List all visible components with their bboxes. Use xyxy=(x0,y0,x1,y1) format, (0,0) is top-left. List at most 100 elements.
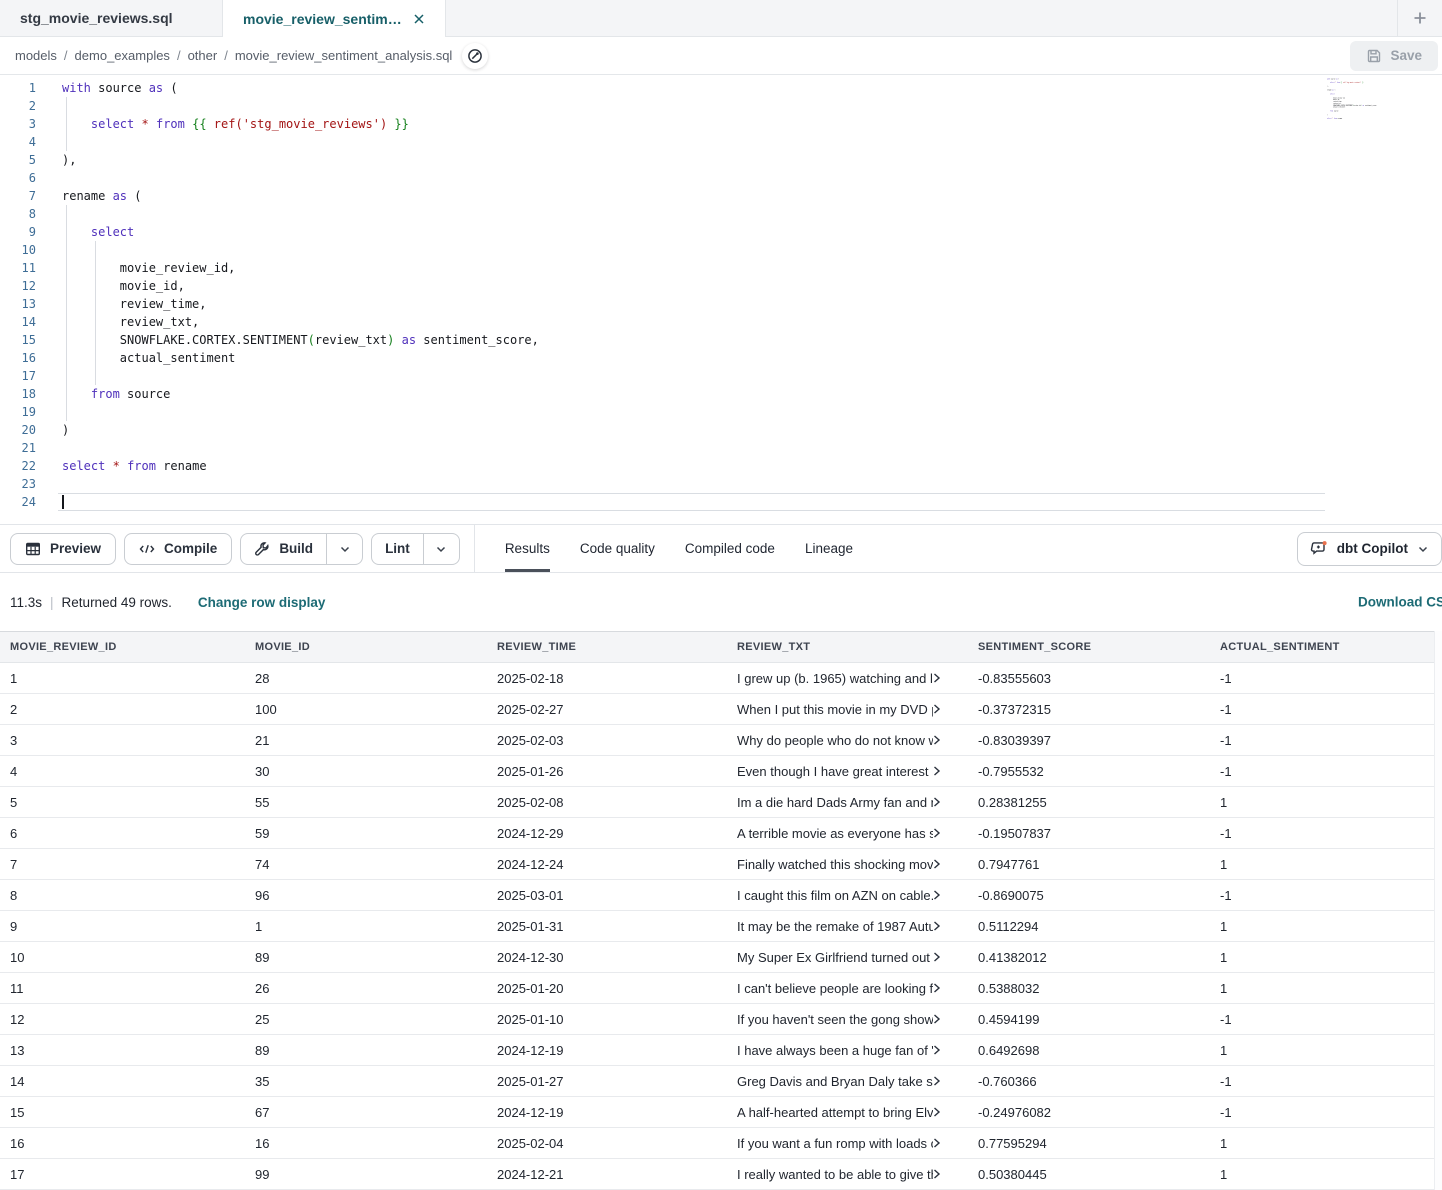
cell-movie_review_id: 8 xyxy=(0,888,245,903)
tab-lineage[interactable]: Lineage xyxy=(805,525,853,572)
line-number: 11 xyxy=(0,259,36,277)
code-line: review_txt, xyxy=(62,313,1442,331)
cell-actual_sentiment: 1 xyxy=(1210,981,1442,996)
cell-sentiment_score: -0.37372315 xyxy=(968,702,1210,717)
tab-strip-spacer xyxy=(446,0,1397,36)
code-line xyxy=(62,241,1442,259)
expand-cell-chevron-right-icon[interactable] xyxy=(931,797,942,808)
expand-cell-chevron-right-icon[interactable] xyxy=(931,1014,942,1025)
expand-cell-chevron-right-icon[interactable] xyxy=(931,1107,942,1118)
cell-movie_id: 89 xyxy=(245,950,487,965)
expand-cell-chevron-right-icon[interactable] xyxy=(931,921,942,932)
file-header-bar: models/demo_examples/other/movie_review_… xyxy=(0,37,1442,75)
cell-review_time: 2024-12-19 xyxy=(487,1105,727,1120)
cell-review_txt: I can't believe people are looking for a… xyxy=(727,980,968,996)
close-icon[interactable] xyxy=(413,13,425,25)
editor-tab-1[interactable]: movie_review_sentiment_... xyxy=(223,0,446,37)
editor-minimap[interactable]: with source as ( select * from {{ ref('s… xyxy=(1327,78,1397,130)
compile-button[interactable]: Compile xyxy=(124,533,232,565)
change-row-display-link[interactable]: Change row display xyxy=(198,595,326,610)
cell-sentiment_score: -0.8690075 xyxy=(968,888,1210,903)
line-number: 24 xyxy=(0,493,36,511)
returned-rows-text: Returned 49 rows. xyxy=(62,595,172,610)
cell-movie_review_id: 4 xyxy=(0,764,245,779)
build-button[interactable]: Build xyxy=(241,534,326,564)
expand-cell-chevron-right-icon[interactable] xyxy=(931,673,942,684)
new-tab-button[interactable] xyxy=(1397,0,1442,36)
lint-dropdown-toggle[interactable] xyxy=(423,534,459,564)
cell-actual_sentiment: -1 xyxy=(1210,888,1442,903)
expand-cell-chevron-right-icon[interactable] xyxy=(931,1138,942,1149)
button-label: Build xyxy=(279,541,313,556)
expand-cell-chevron-right-icon[interactable] xyxy=(931,952,942,963)
build-dropdown-toggle[interactable] xyxy=(326,534,362,564)
cell-sentiment_score: 0.41382012 xyxy=(968,950,1210,965)
line-number-gutter: 123456789101112131415161718192021222324 xyxy=(0,79,36,524)
code-line xyxy=(62,205,1442,223)
expand-cell-chevron-right-icon[interactable] xyxy=(931,828,942,839)
cell-review_txt: Im a die hard Dads Army fan and nothi… xyxy=(727,794,968,810)
line-number: 3 xyxy=(0,115,36,133)
button-label: Lint xyxy=(385,541,410,556)
save-label: Save xyxy=(1390,48,1422,63)
download-csv-link[interactable]: Download CSV xyxy=(1358,595,1442,610)
cell-review_txt: If you want a fun romp with loads of s… xyxy=(727,1135,968,1151)
table-icon xyxy=(25,541,41,557)
cell-review_time: 2025-03-01 xyxy=(487,888,727,903)
cell-review_time: 2024-12-21 xyxy=(487,1167,727,1182)
vertical-scrollbar[interactable] xyxy=(1434,631,1442,1190)
cell-movie_review_id: 2 xyxy=(0,702,245,717)
save-button[interactable]: Save xyxy=(1350,41,1438,71)
action-toolbar: PreviewCompile Build Lint Results Code qual… xyxy=(0,524,1442,573)
line-number: 6 xyxy=(0,169,36,187)
expand-cell-chevron-right-icon[interactable] xyxy=(931,1045,942,1056)
cell-review_txt: Even though I have great interest in Bi… xyxy=(727,763,968,779)
expand-cell-chevron-right-icon[interactable] xyxy=(931,983,942,994)
expand-cell-chevron-right-icon[interactable] xyxy=(931,766,942,777)
line-number: 21 xyxy=(0,439,36,457)
column-header-movie_id: MOVIE_ID xyxy=(245,641,487,653)
expand-cell-chevron-right-icon[interactable] xyxy=(931,1076,942,1087)
line-number: 7 xyxy=(0,187,36,205)
chevron-down-icon xyxy=(339,543,351,555)
cell-review_txt: I have always been a huge fan of "Hom… xyxy=(727,1042,968,1058)
expand-cell-chevron-right-icon[interactable] xyxy=(931,704,942,715)
table-row: 11262025-01-20I can't believe people are… xyxy=(0,973,1442,1004)
code-line: ), xyxy=(62,151,1442,169)
expand-cell-chevron-right-icon[interactable] xyxy=(931,859,942,870)
tab-code-quality[interactable]: Code quality xyxy=(580,525,655,572)
tab-results[interactable]: Results xyxy=(505,525,550,572)
code-lines: with source as ( select * from {{ ref('s… xyxy=(36,79,1442,524)
line-number: 20 xyxy=(0,421,36,439)
code-line: select * from {{ ref('stg_movie_reviews'… xyxy=(62,115,1442,133)
cell-movie_review_id: 9 xyxy=(0,919,245,934)
tab-compiled-code[interactable]: Compiled code xyxy=(685,525,775,572)
line-number: 13 xyxy=(0,295,36,313)
cell-movie_id: 100 xyxy=(245,702,487,717)
cell-sentiment_score: 0.50380445 xyxy=(968,1167,1210,1182)
cell-sentiment_score: 0.7947761 xyxy=(968,857,1210,872)
cell-sentiment_score: -0.19507837 xyxy=(968,826,1210,841)
dbt-copilot-button[interactable]: dbt Copilot xyxy=(1297,532,1442,566)
table-row: 8962025-03-01I caught this film on AZN o… xyxy=(0,880,1442,911)
expand-cell-chevron-right-icon[interactable] xyxy=(931,1169,942,1180)
copilot-badge[interactable] xyxy=(462,43,488,69)
cell-actual_sentiment: 1 xyxy=(1210,1167,1442,1182)
expand-cell-chevron-right-icon[interactable] xyxy=(931,890,942,901)
table-row: 17992024-12-21I really wanted to be able… xyxy=(0,1159,1442,1190)
preview-button[interactable]: Preview xyxy=(10,533,116,565)
breadcrumb-part: demo_examples xyxy=(75,48,170,63)
lint-button-group: Lint xyxy=(371,533,460,565)
code-editor[interactable]: 123456789101112131415161718192021222324 … xyxy=(0,75,1442,524)
cell-review_time: 2024-12-24 xyxy=(487,857,727,872)
code-line: SNOWFLAKE.CORTEX.SENTIMENT(review_txt) a… xyxy=(62,331,1442,349)
code-line xyxy=(1327,121,1397,123)
editor-tab-0[interactable]: stg_movie_reviews.sql xyxy=(0,0,223,36)
cell-review_txt: I really wanted to be able to give this … xyxy=(727,1166,968,1182)
cell-review_time: 2025-02-27 xyxy=(487,702,727,717)
line-number: 1 xyxy=(0,79,36,97)
cell-review_txt: A half-hearted attempt to bring Elvis P… xyxy=(727,1104,968,1120)
lint-button[interactable]: Lint xyxy=(372,534,423,564)
line-number: 9 xyxy=(0,223,36,241)
expand-cell-chevron-right-icon[interactable] xyxy=(931,735,942,746)
